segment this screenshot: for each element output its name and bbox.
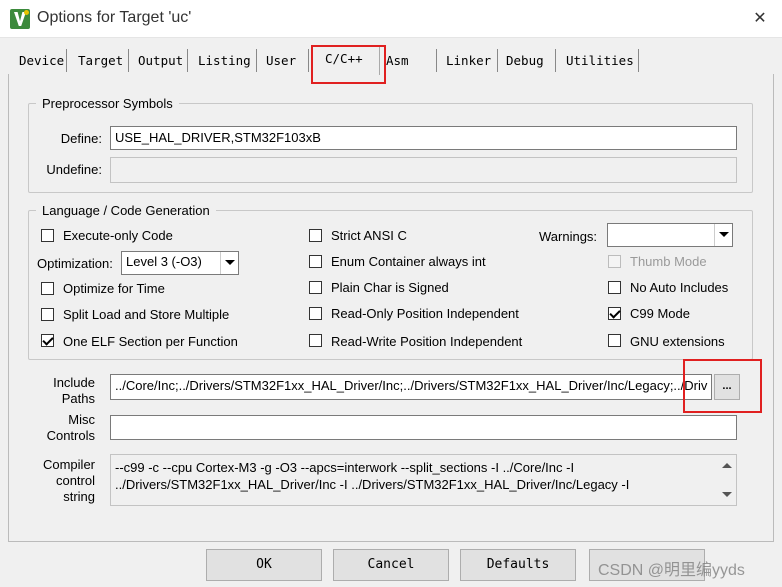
optimization-value: Level 3 (-O3) [126, 254, 202, 269]
tab-listing[interactable]: Listing [193, 49, 257, 72]
tab-target[interactable]: Target [73, 49, 129, 72]
split-load-checkbox[interactable] [41, 308, 54, 321]
language-group-title: Language / Code Generation [36, 203, 216, 218]
compiler-control-label: Compiler control string [42, 457, 95, 504]
enum-container-label: Enum Container always int [331, 254, 486, 269]
no-auto-includes-label: No Auto Includes [630, 280, 729, 295]
optimization-select[interactable]: Level 3 (-O3) [121, 251, 239, 275]
watermark: CSDN @明里编yyds [598, 562, 745, 579]
define-input[interactable]: USE_HAL_DRIVER,STM32F103xB [110, 126, 737, 150]
thumb-mode-checkbox [608, 255, 621, 268]
cancel-button[interactable]: Cancel [333, 549, 449, 581]
ro-pi-label: Read-Only Position Independent [331, 306, 519, 321]
misc-controls-label: Misc Controls [46, 412, 95, 443]
tab-utilities[interactable]: Utilities [561, 49, 639, 72]
include-paths-input[interactable]: ../Core/Inc;../Drivers/STM32F1xx_HAL_Dri… [110, 374, 712, 400]
plain-char-label: Plain Char is Signed [331, 280, 449, 295]
tab-output[interactable]: Output [133, 49, 188, 72]
tab-user[interactable]: User [261, 49, 309, 72]
include-paths-label: Include Paths [53, 375, 95, 406]
gnu-extensions-label: GNU extensions [630, 334, 725, 349]
split-load-label: Split Load and Store Multiple [63, 307, 230, 322]
scroll-arrows[interactable] [720, 457, 734, 501]
thumb-mode-label: Thumb Mode [630, 254, 707, 269]
chevron-down-icon[interactable] [714, 224, 732, 246]
close-button[interactable]: ✕ [740, 6, 780, 32]
define-label: Define: [60, 131, 102, 146]
window-title: Options for Target 'uc' [37, 9, 192, 26]
optimization-label: Optimization: [37, 256, 113, 271]
tab-debug[interactable]: Debug [501, 49, 556, 72]
c99-mode-label: C99 Mode [630, 306, 690, 321]
undefine-input[interactable] [110, 157, 737, 183]
rw-pi-checkbox[interactable] [309, 334, 322, 347]
defaults-button[interactable]: Defaults [460, 549, 576, 581]
undefine-label: Undefine: [46, 162, 102, 177]
no-auto-includes-checkbox[interactable] [608, 281, 621, 294]
warnings-label: Warnings: [539, 229, 598, 244]
highlight-box-browse [683, 359, 762, 413]
strict-ansi-label: Strict ANSI C [331, 228, 407, 243]
highlight-box-tab [311, 45, 386, 84]
scroll-down-icon[interactable] [722, 492, 732, 497]
execute-only-label: Execute-only Code [63, 228, 173, 243]
compiler-control-string: --c99 -c --cpu Cortex-M3 -g -O3 --apcs=i… [110, 454, 737, 506]
gnu-extensions-checkbox[interactable] [608, 334, 621, 347]
one-elf-label: One ELF Section per Function [63, 334, 238, 349]
tab-linker[interactable]: Linker [441, 49, 498, 72]
c99-mode-checkbox[interactable] [608, 307, 621, 320]
one-elf-checkbox[interactable] [41, 334, 54, 347]
enum-container-checkbox[interactable] [309, 255, 322, 268]
warnings-select[interactable] [607, 223, 733, 247]
preprocessor-group-title: Preprocessor Symbols [36, 96, 179, 111]
ok-button[interactable]: OK [206, 549, 322, 581]
compiler-control-text: --c99 -c --cpu Cortex-M3 -g -O3 --apcs=i… [115, 460, 630, 492]
execute-only-checkbox[interactable] [41, 229, 54, 242]
misc-controls-input[interactable] [110, 415, 737, 440]
plain-char-checkbox[interactable] [309, 281, 322, 294]
chevron-down-icon[interactable] [220, 252, 238, 274]
title-bar: Options for Target 'uc' ✕ [0, 0, 782, 38]
tab-asm[interactable]: Asm [381, 49, 437, 72]
rw-pi-label: Read-Write Position Independent [331, 334, 523, 349]
scroll-up-icon[interactable] [722, 463, 732, 468]
strict-ansi-checkbox[interactable] [309, 229, 322, 242]
optimize-time-checkbox[interactable] [41, 282, 54, 295]
keil-uvision-icon [10, 9, 30, 29]
ro-pi-checkbox[interactable] [309, 307, 322, 320]
tab-device[interactable]: Device [14, 49, 67, 72]
optimize-time-label: Optimize for Time [63, 281, 165, 296]
